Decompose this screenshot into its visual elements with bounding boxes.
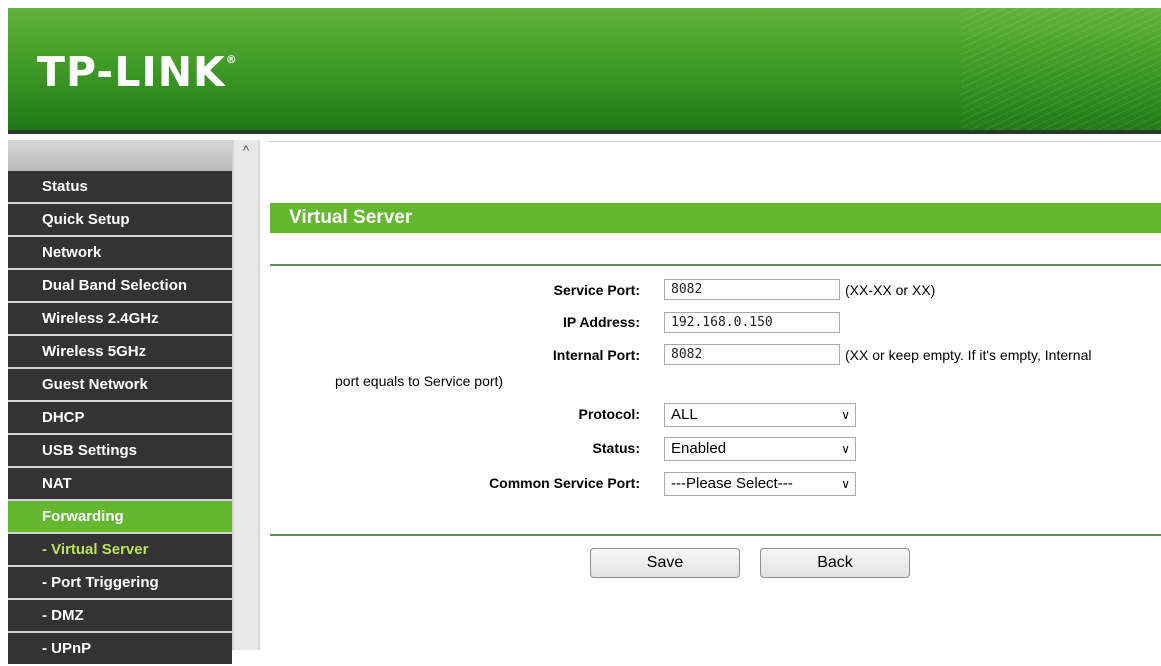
chevron-down-icon: ∨ <box>841 477 850 491</box>
sidebar-item-wireless-5ghz[interactable]: Wireless 5GHz <box>8 336 232 367</box>
internal-port-input[interactable] <box>664 344 840 365</box>
common-service-port-select[interactable]: ---Please Select--- ∨ <box>664 472 856 496</box>
sidebar-menu: Status Quick Setup Network Dual Band Sel… <box>8 171 232 666</box>
common-service-port-selected-value: ---Please Select--- <box>671 475 793 492</box>
ip-address-input[interactable] <box>664 312 840 333</box>
sidebar-item-forwarding[interactable]: Forwarding <box>8 501 232 532</box>
sidebar-subitem-dmz[interactable]: - DMZ <box>8 600 232 631</box>
service-port-hint: (XX-XX or XX) <box>845 282 936 298</box>
status-label: Status: <box>592 440 640 456</box>
sidebar: ^ Status Quick Setup Network Dual Band S… <box>8 140 258 664</box>
internal-port-label: Internal Port: <box>552 347 640 363</box>
sidebar-item-wireless-24ghz[interactable]: Wireless 2.4GHz <box>8 303 232 334</box>
sidebar-item-dhcp[interactable]: DHCP <box>8 402 232 433</box>
status-selected-value: Enabled <box>671 440 727 457</box>
protocol-selected-value: ALL <box>671 406 698 423</box>
sidebar-item-network[interactable]: Network <box>8 237 232 268</box>
chevron-down-icon: ∨ <box>841 442 850 456</box>
protocol-select[interactable]: ALL ∨ <box>664 403 856 427</box>
scroll-up-arrow-icon[interactable]: ^ <box>234 140 258 162</box>
service-port-input[interactable] <box>664 279 840 300</box>
service-port-label: Service Port: <box>553 282 640 298</box>
header-banner: TP-LINK® <box>8 8 1161 130</box>
sidebar-item-status[interactable]: Status <box>8 171 232 202</box>
back-button[interactable]: Back <box>760 548 910 578</box>
internal-port-hint-continued: port equals to Service port) <box>335 373 504 389</box>
sidebar-item-guest-network[interactable]: Guest Network <box>8 369 232 400</box>
page-title: Virtual Server <box>270 203 1161 233</box>
protocol-label: Protocol: <box>578 406 640 422</box>
internal-port-hint: (XX or keep empty. If it's empty, Intern… <box>845 347 1092 363</box>
common-service-port-label: Common Service Port: <box>489 475 640 491</box>
sidebar-top <box>8 140 232 171</box>
sidebar-subitem-upnp[interactable]: - UPnP <box>8 633 232 664</box>
sidebar-item-quick-setup[interactable]: Quick Setup <box>8 204 232 235</box>
chevron-down-icon: ∨ <box>841 408 850 422</box>
status-select[interactable]: Enabled ∨ <box>664 437 856 461</box>
tp-link-logo: TP-LINK® <box>37 48 238 96</box>
form-bottom-divider <box>270 534 1161 536</box>
save-button[interactable]: Save <box>590 548 740 578</box>
sidebar-item-dual-band-selection[interactable]: Dual Band Selection <box>8 270 232 301</box>
ip-address-label: IP Address: <box>562 314 640 330</box>
sidebar-item-nat[interactable]: NAT <box>8 468 232 499</box>
sidebar-item-usb-settings[interactable]: USB Settings <box>8 435 232 466</box>
sidebar-scrollbar[interactable] <box>234 140 258 650</box>
sidebar-subitem-port-triggering[interactable]: - Port Triggering <box>8 567 232 598</box>
sidebar-subitem-virtual-server[interactable]: - Virtual Server <box>8 534 232 565</box>
form-top-divider <box>270 264 1161 266</box>
